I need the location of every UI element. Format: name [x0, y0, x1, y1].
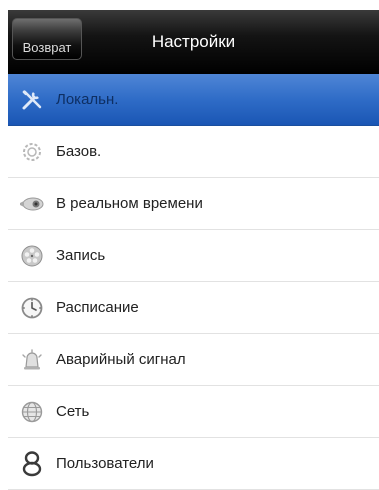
- clock-icon: [19, 295, 45, 321]
- menu-item-label: Базов.: [56, 143, 102, 160]
- menu-item-record[interactable]: Запись: [8, 230, 379, 282]
- menu-item-alarm[interactable]: Аварийный сигнал: [8, 334, 379, 386]
- menu-item-network[interactable]: Сеть: [8, 386, 379, 438]
- tools-icon: [19, 87, 45, 113]
- settings-menu: Локальн. Базов. В реальном времени Запис…: [8, 74, 379, 490]
- globe-icon: [19, 399, 45, 425]
- settings-screen: Возврат Настройки Локальн. Базов. В реал…: [8, 0, 379, 490]
- menu-item-label: В реальном времени: [56, 195, 203, 212]
- users-icon: [19, 450, 45, 477]
- page-title: Настройки: [151, 32, 236, 51]
- alarm-bell-icon: [19, 347, 45, 373]
- menu-item-label: Расписание: [56, 299, 139, 316]
- menu-item-label: Локальн.: [56, 91, 119, 108]
- menu-item-schedule[interactable]: Расписание: [8, 282, 379, 334]
- menu-item-basic[interactable]: Базов.: [8, 126, 379, 178]
- menu-item-label: Аварийный сигнал: [56, 351, 186, 368]
- menu-item-users[interactable]: Пользователи: [8, 438, 379, 490]
- menu-item-label: Запись: [56, 247, 106, 264]
- menu-item-label: Пользователи: [56, 455, 154, 472]
- film-reel-icon: [19, 243, 45, 269]
- camera-icon: [19, 191, 45, 217]
- navigation-bar: Возврат Настройки: [8, 10, 379, 74]
- gear-icon: [19, 139, 45, 165]
- menu-item-live[interactable]: В реальном времени: [8, 178, 379, 230]
- menu-item-label: Сеть: [56, 403, 90, 420]
- menu-item-local[interactable]: Локальн.: [8, 74, 379, 126]
